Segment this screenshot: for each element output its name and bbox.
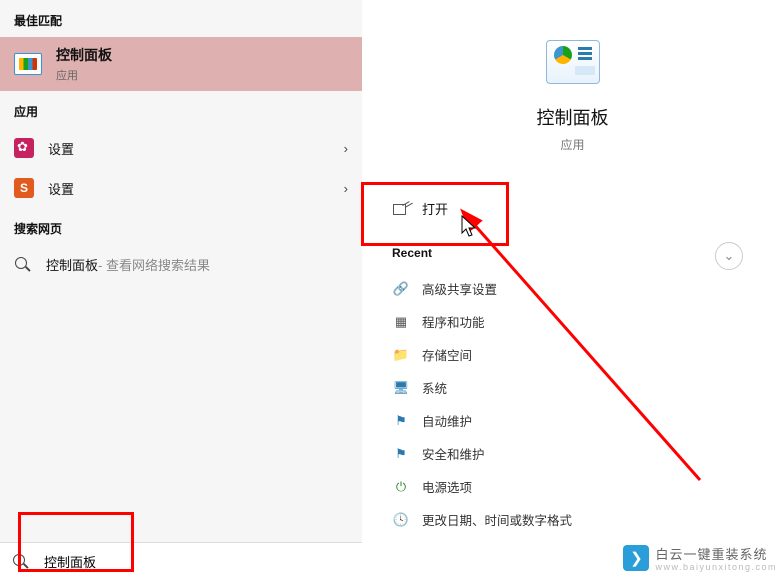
watermark-logo-icon: ❯ — [623, 545, 649, 571]
app-label: 设置 — [48, 139, 74, 158]
recent-item-label: 自动维护 — [422, 411, 472, 430]
recent-item-label: 更改日期、时间或数字格式 — [422, 510, 572, 529]
search-results-panel: 最佳匹配 控制面板 应用 应用 设置 › S 设置 › 搜索网页 控制面板 - … — [0, 0, 362, 580]
recent-item[interactable]: ⚑ 自动维护 — [392, 404, 753, 437]
gear-icon — [14, 138, 34, 158]
recent-item-label: 程序和功能 — [422, 312, 485, 331]
best-match-item[interactable]: 控制面板 应用 — [0, 37, 362, 91]
app-item-settings-2[interactable]: S 设置 › — [0, 168, 362, 208]
recent-item[interactable]: 🕓 更改日期、时间或数字格式 — [392, 503, 753, 536]
web-search-item[interactable]: 控制面板 - 查看网络搜索结果 — [0, 245, 362, 284]
expand-button[interactable]: ⌄ — [715, 242, 743, 270]
app-item-settings-1[interactable]: 设置 › — [0, 128, 362, 168]
recent-item-label: 存储空间 — [422, 345, 472, 364]
search-icon — [12, 553, 30, 571]
app-label: 设置 — [48, 179, 74, 198]
best-match-subtitle: 应用 — [56, 67, 112, 83]
open-action[interactable]: 打开 — [362, 187, 783, 230]
recent-item[interactable]: ⚑ 安全和维护 — [392, 437, 753, 470]
control-panel-hero-icon — [546, 40, 600, 84]
search-input[interactable] — [44, 554, 350, 569]
recent-item-label: 高级共享设置 — [422, 279, 497, 298]
recent-item-icon: ⚑ — [392, 446, 410, 462]
search-bar[interactable] — [0, 542, 362, 580]
search-icon — [14, 256, 32, 274]
open-icon — [392, 201, 408, 217]
recent-item-label: 安全和维护 — [422, 444, 485, 463]
recent-item-icon: ▦ — [392, 314, 410, 330]
recent-header: Recent — [392, 246, 753, 260]
apps-header: 应用 — [0, 91, 362, 128]
chevron-right-icon: › — [344, 141, 348, 156]
recent-item[interactable]: 📁 存储空间 — [392, 338, 753, 371]
recent-item-icon: 🖥 — [392, 380, 410, 396]
recent-section: Recent 🔗 高级共享设置 ▦ 程序和功能 📁 存储空间 🖥 系统 ⚑ 自动维护 ⚑ 安全和维护 ⏻… — [362, 230, 783, 536]
recent-item[interactable]: 🖥 系统 — [392, 371, 753, 404]
recent-item[interactable]: ⏻ 电源选项 — [392, 470, 753, 503]
recent-item-label: 系统 — [422, 378, 447, 397]
control-panel-icon — [14, 53, 42, 75]
detail-panel: 控制面板 应用 打开 ⌄ Recent 🔗 高级共享设置 ▦ 程序和功能 📁 存储空间 🖥 系… — [362, 0, 783, 580]
web-main: 控制面板 — [46, 255, 98, 274]
sogou-icon: S — [14, 178, 34, 198]
open-label: 打开 — [422, 199, 448, 218]
recent-item-icon: 🕓 — [392, 512, 410, 528]
hero: 控制面板 应用 — [362, 0, 783, 153]
recent-item-icon: ⏻ — [392, 479, 410, 495]
recent-item[interactable]: 🔗 高级共享设置 — [392, 272, 753, 305]
recent-item-icon: 🔗 — [392, 281, 410, 297]
recent-item[interactable]: ▦ 程序和功能 — [392, 305, 753, 338]
recent-item-label: 电源选项 — [422, 477, 472, 496]
chevron-right-icon: › — [344, 181, 348, 196]
watermark-url: www.baiyunxitong.com — [655, 562, 777, 572]
watermark: ❯ 白云一键重装系统 www.baiyunxitong.com — [623, 544, 777, 572]
best-match-title: 控制面板 — [56, 45, 112, 65]
recent-item-icon: 📁 — [392, 347, 410, 363]
best-match-header: 最佳匹配 — [0, 0, 362, 37]
web-header: 搜索网页 — [0, 208, 362, 245]
watermark-brand: 白云一键重装系统 — [655, 544, 777, 563]
web-suffix: - 查看网络搜索结果 — [98, 255, 210, 274]
hero-subtitle: 应用 — [362, 136, 783, 153]
recent-item-icon: ⚑ — [392, 413, 410, 429]
hero-title: 控制面板 — [362, 104, 783, 130]
